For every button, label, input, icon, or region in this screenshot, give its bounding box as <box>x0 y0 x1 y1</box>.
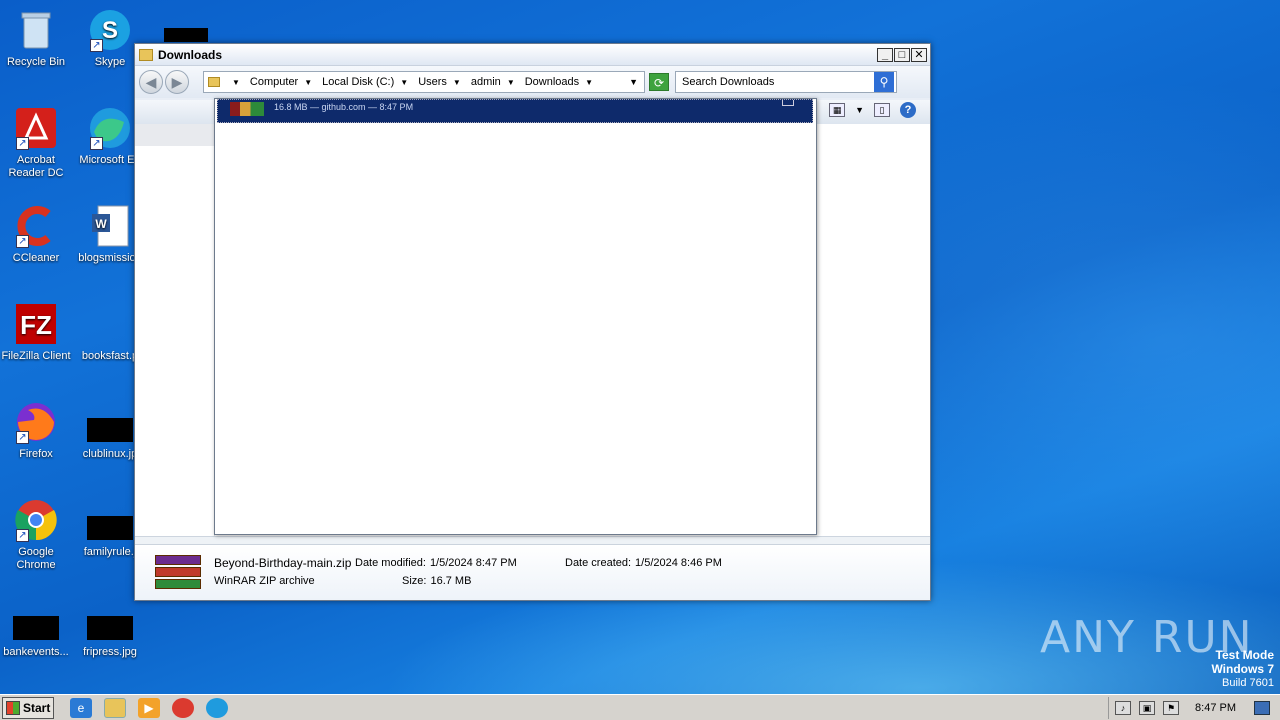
edge-taskbar-icon[interactable] <box>206 697 228 718</box>
desktop-icon-bankevents[interactable]: bankevents... <box>0 598 72 659</box>
breadcrumb-users[interactable]: Users ▼ <box>418 76 461 88</box>
details-file-type: WinRAR ZIP archive <box>214 575 315 587</box>
search-box[interactable]: ⚲ <box>675 71 897 93</box>
back-button[interactable]: ◀ <box>139 70 163 94</box>
desktop-icon-label: Recycle Bin <box>6 56 66 68</box>
network-icon[interactable]: ▣ <box>1139 700 1156 715</box>
desktop-icon-label: Acrobat Reader DC <box>8 154 64 179</box>
desktop-icon-label: Skype <box>94 56 126 68</box>
download-item[interactable]: 16.8 MB — github.com — 8:47 PM <box>217 99 813 123</box>
ccleaner-icon: ↗ <box>14 204 58 248</box>
maximize-button[interactable]: □ <box>894 47 910 62</box>
action-center-flag-icon[interactable]: ⚑ <box>1163 700 1180 715</box>
clock[interactable]: 8:47 PM <box>1195 702 1236 714</box>
desktop-icon-label: bankevents... <box>3 646 69 658</box>
download-item-menu-icon[interactable] <box>782 100 794 106</box>
desktop-icon-acrobat[interactable]: ↗ Acrobat Reader DC <box>0 106 72 180</box>
help-icon[interactable]: ? <box>900 102 916 118</box>
desktop-icon-ccleaner[interactable]: ↗ CCleaner <box>0 204 72 265</box>
svg-text:W: W <box>95 217 107 231</box>
firefox-icon: ↗ <box>14 400 58 444</box>
window-title: Downloads <box>158 47 223 62</box>
desktop-icon-chrome[interactable]: ↗ Google Chrome <box>0 498 72 572</box>
search-input[interactable] <box>676 76 874 88</box>
close-button[interactable]: ✕ <box>911 47 927 62</box>
taskbar: Start e ▶ ♪ ▣ ⚑ 8:47 PM <box>0 694 1280 720</box>
chrome-icon: ↗ <box>14 498 58 542</box>
image-thumbnail <box>87 616 133 640</box>
details-date-created: Date created: 1/5/2024 8:46 PM <box>565 557 722 569</box>
svg-text:S: S <box>102 17 118 44</box>
edge-icon: ↗ <box>88 106 132 150</box>
breadcrumb-admin[interactable]: admin ▼ <box>471 76 515 88</box>
skype-icon: S ↗ <box>88 8 132 52</box>
chrome-taskbar-icon[interactable] <box>172 697 194 718</box>
windows-logo-icon <box>6 700 20 715</box>
start-button[interactable]: Start <box>2 696 54 719</box>
preview-pane-icon[interactable]: ▯ <box>874 103 890 117</box>
details-pane: Beyond-Birthday-main.zip WinRAR ZIP arch… <box>135 544 930 600</box>
window-titlebar[interactable]: Downloads _ □ ✕ <box>135 44 930 66</box>
image-thumbnail <box>87 516 133 540</box>
desktop-icon-label: familyrule.j <box>83 546 137 558</box>
details-file-name: Beyond-Birthday-main.zip <box>214 556 352 570</box>
forward-button[interactable]: ▶ <box>165 70 189 94</box>
explorer-taskbar-icon[interactable] <box>104 697 126 718</box>
breadcrumb-downloads[interactable]: Downloads ▼ <box>525 76 593 88</box>
desktop-icon-label: booksfast.p <box>81 350 139 362</box>
volume-icon[interactable]: ♪ <box>1115 700 1132 715</box>
refresh-button[interactable]: ⟳ <box>649 73 669 91</box>
download-popup: 16.8 MB — github.com — 8:47 PM <box>214 98 817 535</box>
show-desktop-button[interactable] <box>1254 700 1270 715</box>
breadcrumb-root-arrow[interactable]: ▼ <box>226 78 240 87</box>
desktop-icon-label: CCleaner <box>12 252 60 264</box>
desktop-icon-label: fripress.jpg <box>83 646 137 658</box>
winrar-archive-icon <box>230 102 264 116</box>
breadcrumb[interactable]: ▼ Computer ▼ Local Disk (C:) ▼ Users ▼ admi… <box>203 71 645 93</box>
blank-file-icon <box>88 302 132 346</box>
address-bar: ◀ ▶ ▼ Computer ▼ Local Disk (C:) ▼ Users ▼ … <box>135 66 930 98</box>
test-mode-watermark: Test Mode Windows 7 Build 7601 <box>1211 648 1274 689</box>
system-tray: ♪ ▣ ⚑ 8:47 PM <box>1108 696 1280 719</box>
word-document-icon: W <box>88 204 132 248</box>
download-meta: 16.8 MB — github.com — 8:47 PM <box>274 102 414 112</box>
breadcrumb-computer[interactable]: Computer ▼ <box>250 76 312 88</box>
redacted-thumbnail <box>164 28 208 42</box>
navigation-pane[interactable] <box>135 124 215 536</box>
desktop-icon-recycle-bin[interactable]: Recycle Bin <box>0 8 72 69</box>
desktop-icon-label: Firefox <box>19 448 53 460</box>
desktop-icon-label: Microsoft Ed <box>79 154 141 166</box>
filezilla-icon: FZ <box>14 302 58 346</box>
details-size: Size: 16.7 MB <box>402 575 472 587</box>
recycle-bin-icon <box>14 8 58 52</box>
media-player-icon[interactable]: ▶ <box>138 697 160 718</box>
details-date-modified: Date modified: 1/5/2024 8:47 PM <box>355 557 517 569</box>
search-icon[interactable]: ⚲ <box>874 72 894 92</box>
desktop-icon-label: clublinux.jp <box>82 448 138 460</box>
internet-explorer-icon[interactable]: e <box>70 697 92 718</box>
svg-text:FZ: FZ <box>20 310 52 340</box>
address-history-dropdown[interactable]: ▼ <box>629 77 638 87</box>
minimize-button[interactable]: _ <box>877 47 893 62</box>
folder-icon <box>139 48 153 61</box>
navigation-selected-item[interactable] <box>135 124 214 146</box>
image-thumbnail <box>87 418 133 442</box>
image-thumbnail <box>13 616 59 640</box>
desktop-icon-label: Google Chrome <box>16 546 56 571</box>
desktop-icon-firefox[interactable]: ↗ Firefox <box>0 400 72 461</box>
winrar-archive-icon <box>155 555 201 595</box>
folder-icon <box>208 77 220 87</box>
breadcrumb-local-disk[interactable]: Local Disk (C:) ▼ <box>322 76 408 88</box>
views-dropdown-icon[interactable]: ▼ <box>855 105 864 115</box>
desktop-icon-label: blogsmission <box>78 252 142 264</box>
desktop-icon-fripress[interactable]: fripress.jpg <box>74 598 146 659</box>
desktop-icon-filezilla[interactable]: FZ FileZilla Client <box>0 302 72 363</box>
pane-splitter[interactable] <box>135 536 930 544</box>
acrobat-icon: ↗ <box>14 106 58 150</box>
views-icon[interactable]: ▦ <box>829 103 846 117</box>
desktop-icon-label: FileZilla Client <box>1 350 71 362</box>
